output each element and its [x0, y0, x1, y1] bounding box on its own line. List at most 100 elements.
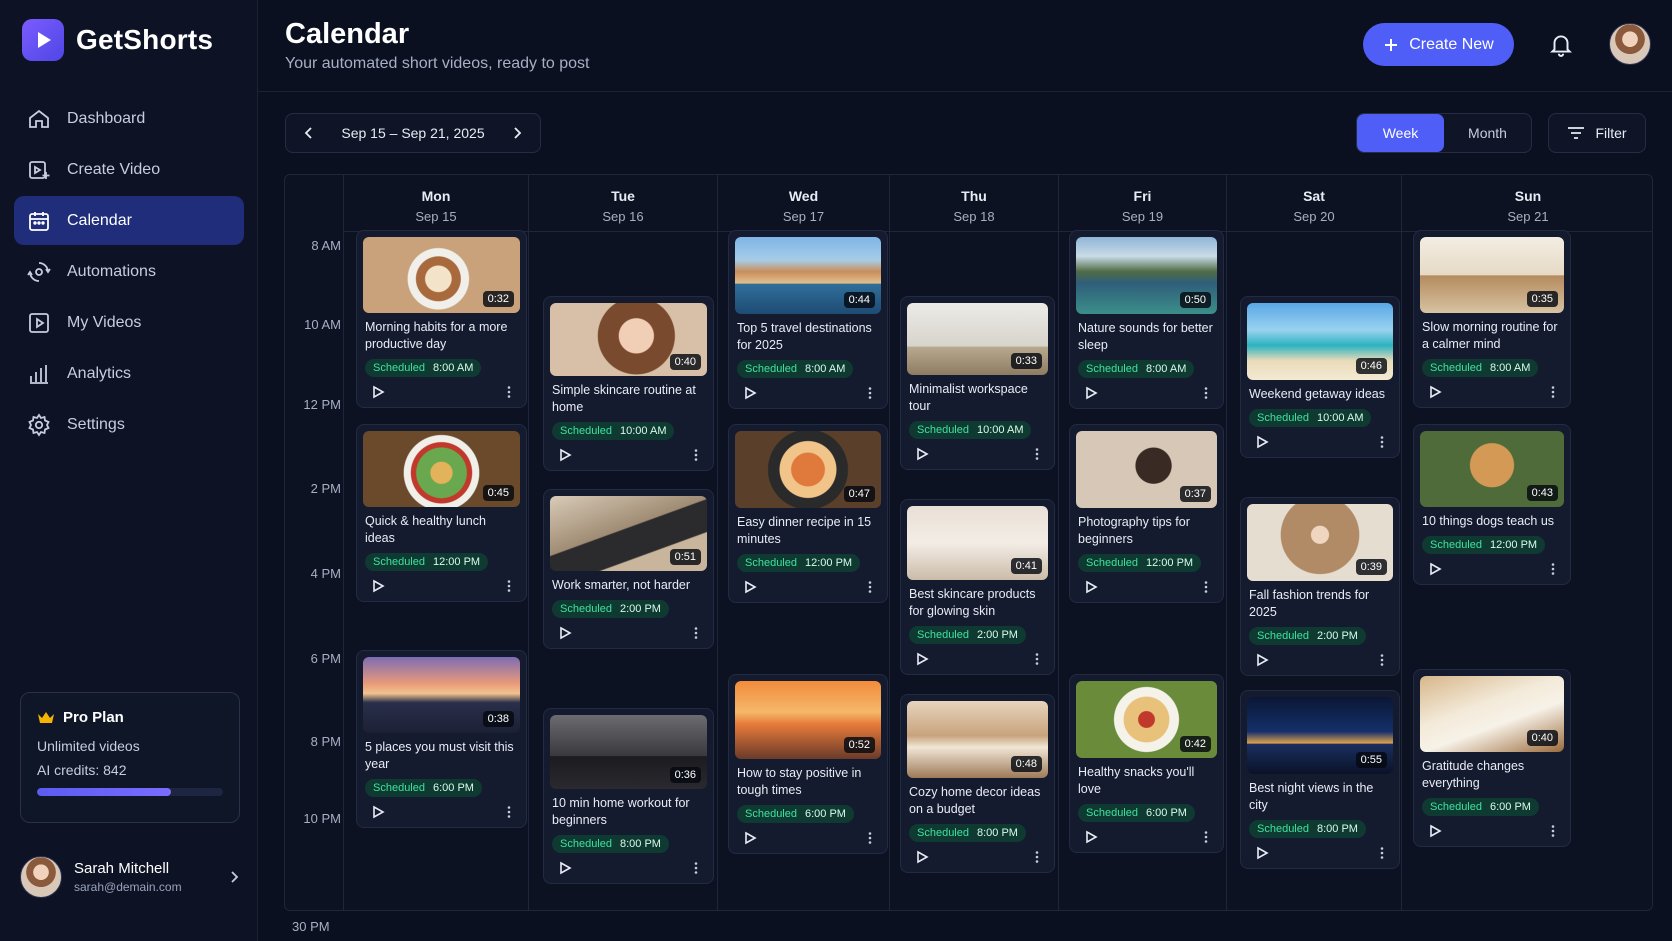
more-options-icon[interactable] — [1030, 447, 1044, 461]
video-thumbnail[interactable]: 0:32 — [363, 237, 520, 313]
video-card[interactable]: 0:44 Top 5 travel destinations for 2025 Sc… — [728, 230, 888, 409]
prev-week-button[interactable] — [300, 124, 318, 142]
video-thumbnail[interactable]: 0:50 — [1076, 237, 1217, 314]
sidebar-item-my-videos[interactable]: My Videos — [14, 298, 244, 347]
play-icon[interactable] — [743, 831, 757, 845]
video-thumbnail[interactable]: 0:33 — [907, 303, 1048, 375]
video-card[interactable]: 0:36 10 min home workout for beginners Sch… — [543, 708, 714, 884]
play-icon[interactable] — [1428, 824, 1442, 838]
more-options-icon[interactable] — [689, 861, 703, 875]
video-card[interactable]: 0:55 Best night views in the city Schedule… — [1240, 690, 1400, 869]
video-thumbnail[interactable]: 0:55 — [1247, 697, 1393, 774]
video-card[interactable]: 0:51 Work smarter, not harder Scheduled 2:0… — [543, 489, 714, 649]
video-card[interactable]: 0:33 Minimalist workspace tour Scheduled 10… — [900, 296, 1055, 470]
video-thumbnail[interactable]: 0:40 — [1420, 676, 1564, 752]
video-card[interactable]: 0:35 Slow morning routine for a calmer mi… — [1413, 230, 1571, 408]
sidebar-item-automations[interactable]: Automations — [14, 247, 244, 296]
play-icon[interactable] — [743, 386, 757, 400]
video-thumbnail[interactable]: 0:38 — [363, 657, 520, 733]
filter-button[interactable]: Filter — [1548, 113, 1646, 153]
sidebar-item-calendar[interactable]: Calendar — [14, 196, 244, 245]
play-icon[interactable] — [1084, 386, 1098, 400]
video-card[interactable]: 0:39 Fall fashion trends for 2025 Schedule… — [1240, 497, 1400, 676]
more-options-icon[interactable] — [1375, 653, 1389, 667]
play-icon[interactable] — [1255, 653, 1269, 667]
chevron-right-icon[interactable] — [226, 869, 242, 885]
video-card[interactable]: 0:42 Healthy snacks you'll love Scheduled 6… — [1069, 674, 1224, 853]
more-options-icon[interactable] — [1546, 385, 1560, 399]
play-icon[interactable] — [1084, 830, 1098, 844]
more-options-icon[interactable] — [1199, 580, 1213, 594]
sidebar-item-dashboard[interactable]: Dashboard — [14, 94, 244, 143]
video-card[interactable]: 0:40 Gratitude changes everything Schedule… — [1413, 669, 1571, 847]
play-icon[interactable] — [915, 652, 929, 666]
more-options-icon[interactable] — [863, 580, 877, 594]
video-thumbnail[interactable]: 0:37 — [1076, 431, 1217, 508]
video-thumbnail[interactable]: 0:36 — [550, 715, 707, 789]
more-options-icon[interactable] — [1030, 652, 1044, 666]
more-options-icon[interactable] — [1546, 562, 1560, 576]
video-card[interactable]: 0:47 Easy dinner recipe in 15 minutes Sche… — [728, 424, 888, 603]
play-icon[interactable] — [915, 447, 929, 461]
video-card[interactable]: 0:32 Morning habits for a more productive… — [356, 230, 527, 408]
play-icon[interactable] — [371, 579, 385, 593]
more-options-icon[interactable] — [1199, 386, 1213, 400]
play-icon[interactable] — [915, 850, 929, 864]
play-icon[interactable] — [558, 448, 572, 462]
more-options-icon[interactable] — [502, 805, 516, 819]
video-thumbnail[interactable]: 0:46 — [1247, 303, 1393, 380]
video-card[interactable]: 0:52 How to stay positive in tough times S… — [728, 674, 888, 854]
video-thumbnail[interactable]: 0:45 — [363, 431, 520, 507]
video-thumbnail[interactable]: 0:51 — [550, 496, 707, 571]
video-thumbnail[interactable]: 0:40 — [550, 303, 707, 376]
next-week-button[interactable] — [508, 124, 526, 142]
sidebar-item-analytics[interactable]: Analytics — [14, 349, 244, 398]
play-icon[interactable] — [558, 626, 572, 640]
video-card[interactable]: 0:41 Best skincare products for glowing s… — [900, 499, 1055, 675]
video-thumbnail[interactable]: 0:47 — [735, 431, 881, 508]
video-thumbnail[interactable]: 0:39 — [1247, 504, 1393, 581]
play-icon[interactable] — [558, 861, 572, 875]
video-card[interactable]: 0:50 Nature sounds for better sleep Schedu… — [1069, 230, 1224, 409]
video-card[interactable]: 0:40 Simple skincare routine at home Sched… — [543, 296, 714, 471]
video-thumbnail[interactable]: 0:44 — [735, 237, 881, 314]
play-icon[interactable] — [1428, 562, 1442, 576]
more-options-icon[interactable] — [689, 626, 703, 640]
video-card[interactable]: 0:45 Quick & healthy lunch ideas Scheduled… — [356, 424, 527, 602]
more-options-icon[interactable] — [1030, 850, 1044, 864]
video-card[interactable]: 0:43 10 things dogs teach us Scheduled 12:0… — [1413, 424, 1571, 585]
month-view-button[interactable]: Month — [1444, 114, 1531, 152]
more-options-icon[interactable] — [689, 448, 703, 462]
create-new-button[interactable]: Create New — [1363, 23, 1514, 66]
more-options-icon[interactable] — [863, 831, 877, 845]
week-view-button[interactable]: Week — [1357, 114, 1444, 152]
video-thumbnail[interactable]: 0:43 — [1420, 431, 1564, 507]
sidebar-item-create-video[interactable]: Create Video — [14, 145, 244, 194]
video-card[interactable]: 0:37 Photography tips for beginners Schedu… — [1069, 424, 1224, 603]
video-thumbnail[interactable]: 0:48 — [907, 701, 1048, 778]
play-icon[interactable] — [1428, 385, 1442, 399]
more-options-icon[interactable] — [502, 385, 516, 399]
video-thumbnail[interactable]: 0:35 — [1420, 237, 1564, 313]
video-card[interactable]: 0:48 Cozy home decor ideas on a budget Sch… — [900, 694, 1055, 873]
video-card[interactable]: 0:38 5 places you must visit this year Sch… — [356, 650, 527, 828]
more-options-icon[interactable] — [502, 579, 516, 593]
video-thumbnail[interactable]: 0:41 — [907, 506, 1048, 580]
play-icon[interactable] — [1255, 846, 1269, 860]
more-options-icon[interactable] — [1375, 435, 1389, 449]
more-options-icon[interactable] — [1199, 830, 1213, 844]
play-icon[interactable] — [1255, 435, 1269, 449]
video-thumbnail[interactable]: 0:52 — [735, 681, 881, 759]
play-icon[interactable] — [1084, 580, 1098, 594]
user-profile[interactable]: Sarah Mitchell sarah@demain.com — [20, 856, 242, 898]
more-options-icon[interactable] — [1546, 824, 1560, 838]
play-icon[interactable] — [371, 805, 385, 819]
play-icon[interactable] — [371, 385, 385, 399]
play-icon[interactable] — [743, 580, 757, 594]
header-avatar[interactable] — [1609, 23, 1651, 65]
app-logo[interactable]: GetShorts — [22, 19, 213, 61]
video-card[interactable]: 0:46 Weekend getaway ideas Scheduled 10:00 … — [1240, 296, 1400, 458]
video-thumbnail[interactable]: 0:42 — [1076, 681, 1217, 758]
more-options-icon[interactable] — [863, 386, 877, 400]
bell-icon[interactable] — [1548, 31, 1574, 57]
